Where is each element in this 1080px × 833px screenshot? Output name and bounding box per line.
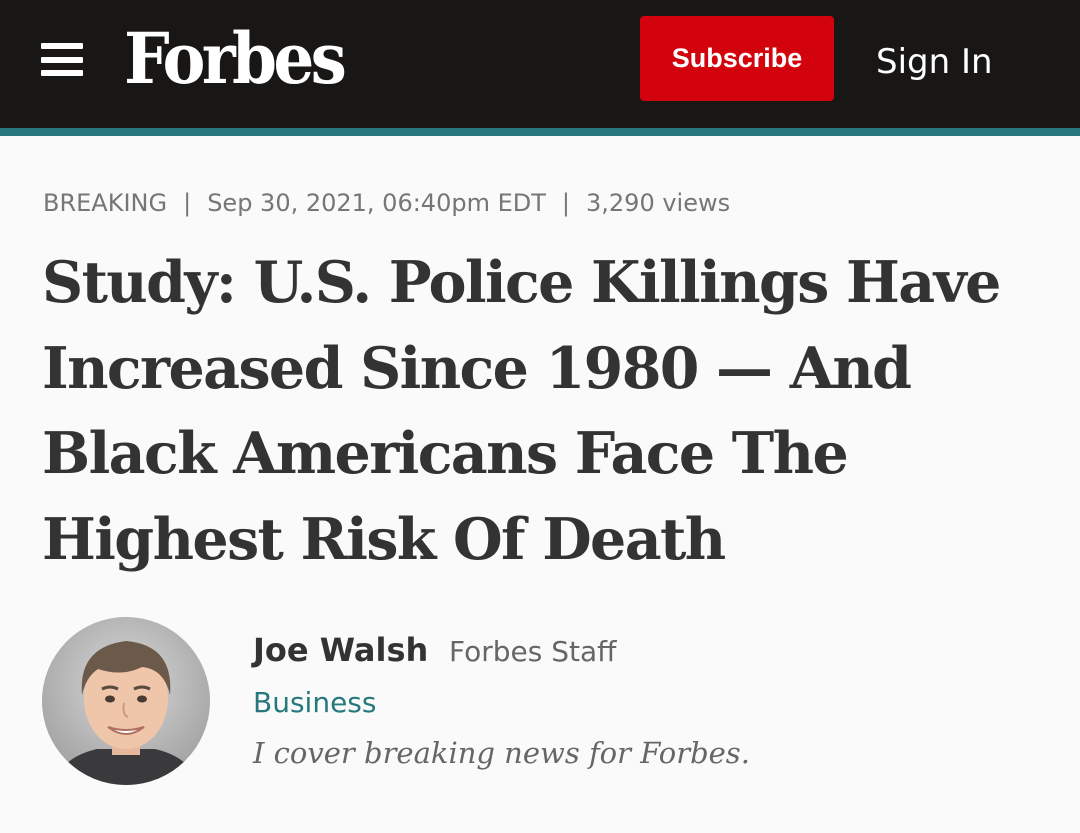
author-bio: I cover breaking news for Forbes.: [253, 736, 750, 770]
channel-link[interactable]: Business: [253, 684, 376, 722]
author-photo: [42, 617, 210, 785]
view-count: 3,290 views: [586, 189, 731, 217]
hamburger-menu-icon[interactable]: [41, 43, 83, 76]
article-meta: BREAKING | Sep 30, 2021, 06:40pm EDT | 3,290…: [43, 186, 730, 220]
author-avatar[interactable]: [42, 617, 210, 785]
meta-separator: |: [183, 189, 192, 217]
subscribe-button[interactable]: Subscribe: [640, 16, 834, 101]
meta-separator: |: [561, 189, 570, 217]
sign-in-link[interactable]: Sign In: [876, 40, 993, 84]
top-navigation-bar: Forbes Subscribe Sign In: [0, 0, 1080, 128]
breaking-label: BREAKING: [43, 189, 168, 217]
article-headline: Study: U.S. Police Killings Have Increas…: [42, 249, 1001, 573]
author-name[interactable]: Joe Walsh: [253, 630, 428, 670]
author-type: Forbes Staff: [449, 635, 617, 668]
forbes-logo[interactable]: Forbes: [124, 14, 347, 104]
publish-date: Sep 30, 2021, 06:40pm EDT: [207, 189, 546, 217]
header-accent-stripe: [0, 128, 1080, 136]
